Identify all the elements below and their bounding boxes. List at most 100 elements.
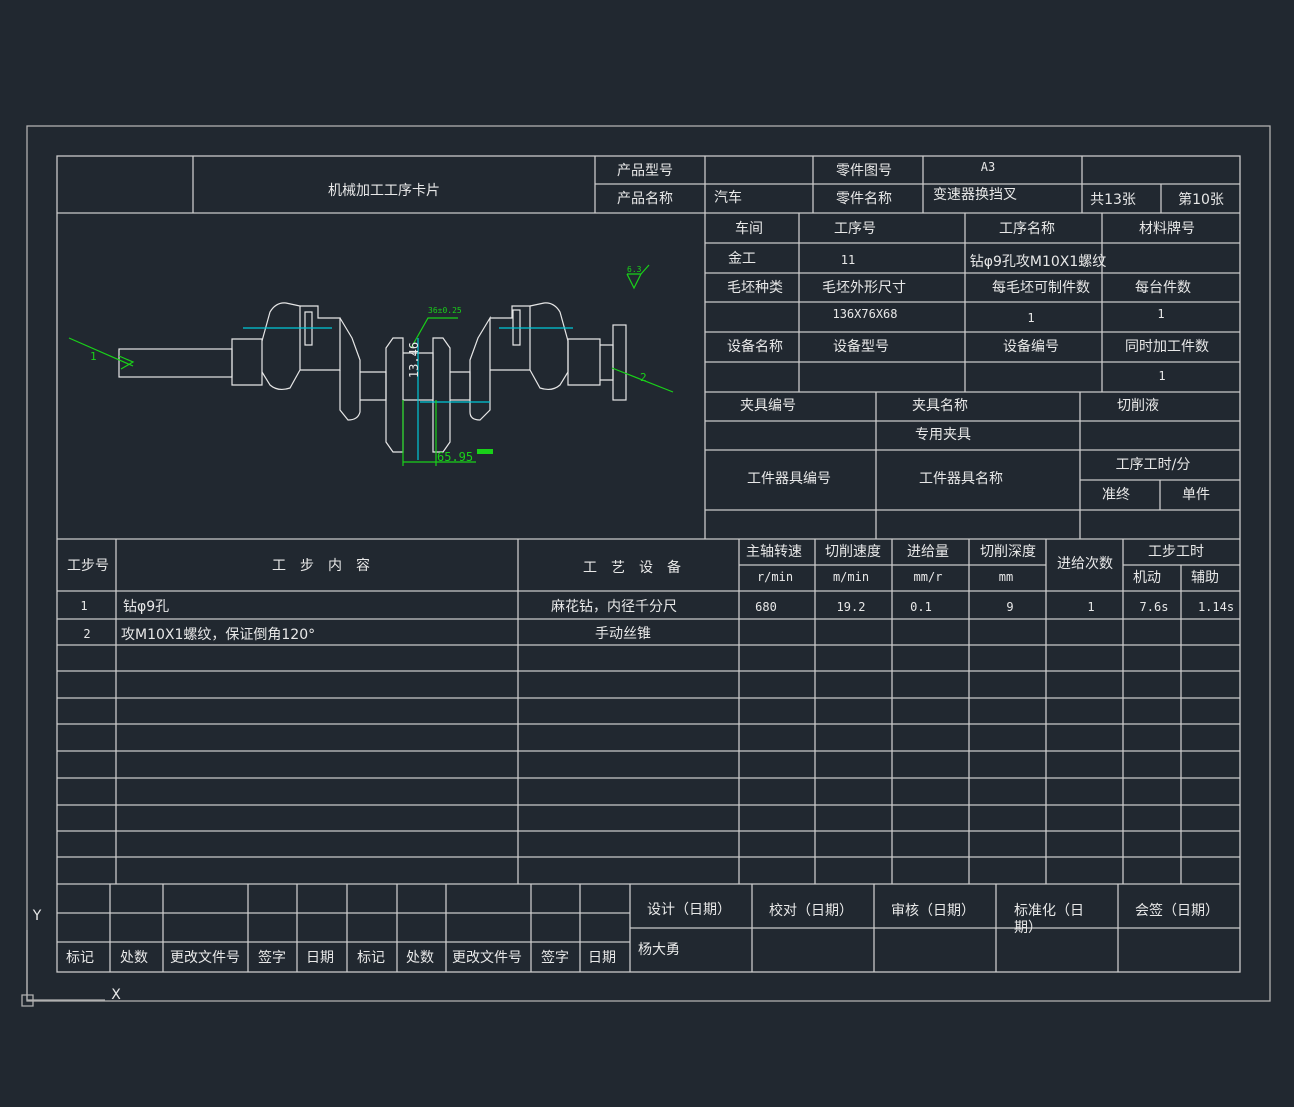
column-header: 切削速度 bbox=[825, 544, 881, 560]
steps-table: 工步号 工 步 内 容 工 艺 设 备 主轴转速 切削速度 进给量 切削深度 进… bbox=[67, 544, 1234, 643]
sheet-number: 第10张 bbox=[1178, 191, 1224, 208]
cell: 攻M10X1螺纹，保证倒角120° bbox=[121, 627, 315, 643]
label: 毛坯种类 bbox=[727, 280, 783, 296]
cell: 手动丝锥 bbox=[595, 626, 651, 642]
value: 金工 bbox=[728, 251, 756, 267]
column-header: 工步号 bbox=[67, 558, 109, 574]
dim-horizontal: 65.95 bbox=[437, 450, 473, 464]
right-hub bbox=[567, 338, 601, 386]
column-header: 工 步 内 容 bbox=[272, 557, 370, 574]
rev-label: 日期 bbox=[588, 950, 616, 966]
label: 车间 bbox=[735, 220, 763, 237]
rev-label: 签字 bbox=[541, 949, 569, 966]
left-hub bbox=[231, 338, 263, 386]
label: 准终 bbox=[1102, 487, 1130, 503]
value: 汽车 bbox=[714, 189, 742, 206]
unit: mm bbox=[999, 570, 1013, 584]
value: 11 bbox=[841, 253, 855, 267]
crankshaft-drawing: 65.95 36±0.25 13.46 1 2 6.3 bbox=[68, 264, 674, 466]
axis-y-label: Y bbox=[32, 908, 42, 924]
label: 单件 bbox=[1182, 487, 1210, 503]
label: 材料牌号 bbox=[1139, 220, 1195, 237]
rev-label: 签字 bbox=[258, 949, 286, 966]
datum-arrow-left bbox=[68, 337, 135, 370]
table-row: 1 钻φ9孔 麻花钻，内径千分尺 680 19.2 0.1 9 1 7.6s 1… bbox=[80, 599, 1234, 615]
cell: 19.2 bbox=[837, 600, 866, 614]
datum-right-label: 2 bbox=[640, 371, 647, 384]
flange bbox=[612, 324, 627, 401]
cell: 2 bbox=[83, 627, 90, 641]
roughness-value: 6.3 bbox=[627, 265, 642, 274]
label: 同时加工件数 bbox=[1125, 339, 1209, 355]
column-header: 机动 bbox=[1133, 570, 1161, 586]
page-title: 机械加工工序卡片 bbox=[328, 183, 440, 199]
label: 工序名称 bbox=[999, 221, 1055, 237]
signoff-block: 设计（日期） 校对（日期） 审核（日期） 标准化（日 期） 会签（日期） 杨大勇… bbox=[66, 902, 1219, 966]
label: 设备名称 bbox=[727, 338, 783, 355]
value: 136X76X68 bbox=[832, 307, 897, 321]
cell: 钻φ9孔 bbox=[123, 599, 169, 615]
cell: 0.1 bbox=[910, 600, 932, 614]
right-pin bbox=[490, 305, 531, 371]
label: 工序工时/分 bbox=[1116, 457, 1191, 473]
label: 产品型号 bbox=[617, 163, 673, 179]
column-header: 进给量 bbox=[907, 544, 949, 560]
label: 会签（日期） bbox=[1135, 902, 1219, 919]
right-web-1 bbox=[529, 302, 569, 391]
label: 校对（日期） bbox=[769, 902, 853, 919]
center-web-left bbox=[385, 337, 404, 453]
label: 零件名称 bbox=[836, 191, 892, 207]
label: 工序号 bbox=[834, 221, 876, 237]
rev-label: 更改文件号 bbox=[170, 950, 240, 966]
left-pin bbox=[300, 305, 341, 371]
column-header: 进给次数 bbox=[1057, 556, 1113, 572]
label: 设备型号 bbox=[833, 338, 889, 355]
cell: 7.6s bbox=[1140, 600, 1169, 614]
axis-x-label: X bbox=[111, 987, 121, 1003]
label: 设备编号 bbox=[1003, 338, 1059, 355]
value: 专用夹具 bbox=[915, 427, 971, 443]
column-header: 切削深度 bbox=[980, 544, 1036, 560]
label: 毛坯外形尺寸 bbox=[822, 280, 906, 296]
label: 夹具名称 bbox=[912, 398, 968, 414]
label: 零件图号 bbox=[836, 163, 892, 179]
rev-label: 标记 bbox=[357, 950, 385, 966]
cell: 1 bbox=[1087, 600, 1094, 614]
value: 1 bbox=[1157, 307, 1164, 321]
label: 产品名称 bbox=[617, 191, 673, 207]
unit: m/min bbox=[833, 570, 869, 584]
dim-vertical: 13.46 bbox=[407, 342, 421, 378]
rev-label: 处数 bbox=[120, 950, 148, 966]
label: 工件器具名称 bbox=[919, 471, 1003, 487]
rev-label: 标记 bbox=[66, 950, 94, 966]
rev-label: 日期 bbox=[306, 950, 334, 966]
label: 每台件数 bbox=[1135, 280, 1191, 296]
value: 1 bbox=[1158, 369, 1165, 383]
dimensions: 65.95 36±0.25 13.46 1 2 6.3 bbox=[68, 264, 674, 466]
label: 期） bbox=[1014, 920, 1042, 936]
column-header: 工步工时 bbox=[1148, 544, 1204, 560]
cell: 1.14s bbox=[1198, 600, 1234, 614]
value: 钻φ9孔攻M10X1螺纹 bbox=[970, 254, 1107, 270]
label: 设计（日期） bbox=[647, 902, 731, 918]
label: 切削液 bbox=[1117, 398, 1159, 414]
shaft-end bbox=[118, 348, 233, 378]
cell: 9 bbox=[1006, 600, 1013, 614]
label: 审核（日期） bbox=[891, 903, 975, 919]
unit: r/min bbox=[757, 570, 793, 584]
label: 每毛坯可制件数 bbox=[992, 280, 1090, 296]
unit: mm/r bbox=[914, 570, 943, 584]
cell: 680 bbox=[755, 600, 777, 614]
column-header: 主轴转速 bbox=[746, 544, 802, 560]
table-row: 2 攻M10X1螺纹，保证倒角120° 手动丝锥 bbox=[83, 626, 651, 643]
label: 夹具编号 bbox=[740, 398, 796, 414]
label: 工件器具编号 bbox=[747, 471, 831, 487]
value: 1 bbox=[1027, 311, 1034, 325]
left-web-2 bbox=[339, 317, 361, 421]
total-sheets: 共13张 bbox=[1090, 192, 1136, 208]
rev-label: 处数 bbox=[406, 950, 434, 966]
cell: 1 bbox=[80, 599, 87, 613]
process-card-drawing: 65.95 36±0.25 13.46 1 2 6.3 Y X 机械加工工序卡片… bbox=[21, 125, 1271, 1007]
value: A3 bbox=[981, 160, 995, 174]
left-web-1 bbox=[261, 302, 301, 391]
